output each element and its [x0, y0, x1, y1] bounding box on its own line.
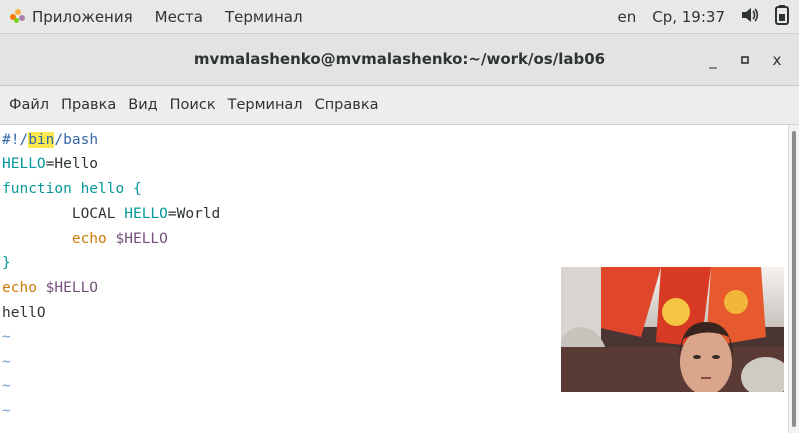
code-line-2: HELLO=Hello — [2, 156, 99, 172]
terminal-app-menu[interactable]: Терминал — [225, 8, 303, 26]
webcam-overlay — [561, 267, 784, 392]
empty-line-marker: ~ — [2, 378, 11, 394]
code-line-4: LOCAL HELLO=World — [71, 206, 221, 222]
menu-bar: Файл Правка Вид Поиск Терминал Справка — [0, 86, 799, 125]
applications-icon — [10, 9, 26, 25]
keyboard-layout[interactable]: en — [617, 8, 636, 26]
code-line-6: } — [2, 255, 11, 271]
clock[interactable]: Ср, 19:37 — [652, 8, 725, 26]
menu-edit[interactable]: Правка — [61, 97, 116, 113]
menu-view[interactable]: Вид — [128, 97, 157, 113]
code-line-8: hellO — [2, 305, 46, 321]
top-bar-left: Приложения Места Терминал — [10, 0, 325, 34]
menu-file[interactable]: Файл — [9, 97, 49, 113]
applications-label: Приложения — [32, 8, 133, 26]
menu-terminal[interactable]: Терминал — [228, 97, 303, 113]
search-highlight: bin — [28, 132, 55, 148]
empty-line-marker: ~ — [2, 403, 11, 419]
code-line-3: function hello { — [2, 181, 142, 197]
top-bar: Приложения Места Терминал en Ср, 19:37 — [0, 0, 799, 34]
maximize-icon — [741, 56, 749, 64]
scrollbar-thumb[interactable] — [792, 131, 796, 427]
places-menu[interactable]: Места — [155, 8, 203, 26]
battery-icon[interactable] — [775, 5, 789, 29]
top-bar-right: en Ср, 19:37 — [601, 0, 789, 34]
empty-line-marker: ~ — [2, 354, 11, 370]
code-line-7: echo $HELLO — [2, 280, 99, 296]
terminal-scrollbar[interactable] — [788, 125, 799, 433]
maximize-button[interactable] — [735, 50, 755, 70]
volume-icon[interactable] — [741, 7, 759, 27]
minimize-button[interactable]: _ — [703, 50, 723, 70]
applications-menu[interactable]: Приложения — [10, 8, 133, 26]
window-titlebar: mvmalashenko@mvmalashenko:~/work/os/lab0… — [0, 34, 799, 86]
code-line-5: echo $HELLO — [71, 231, 168, 247]
close-button[interactable]: x — [767, 50, 787, 70]
menu-help[interactable]: Справка — [315, 97, 379, 113]
empty-line-marker: ~ — [2, 329, 11, 345]
menu-search[interactable]: Поиск — [170, 97, 216, 113]
window-title: mvmalashenko@mvmalashenko:~/work/os/lab0… — [193, 50, 606, 68]
code-line-1: #!/bin/bash — [2, 132, 99, 148]
